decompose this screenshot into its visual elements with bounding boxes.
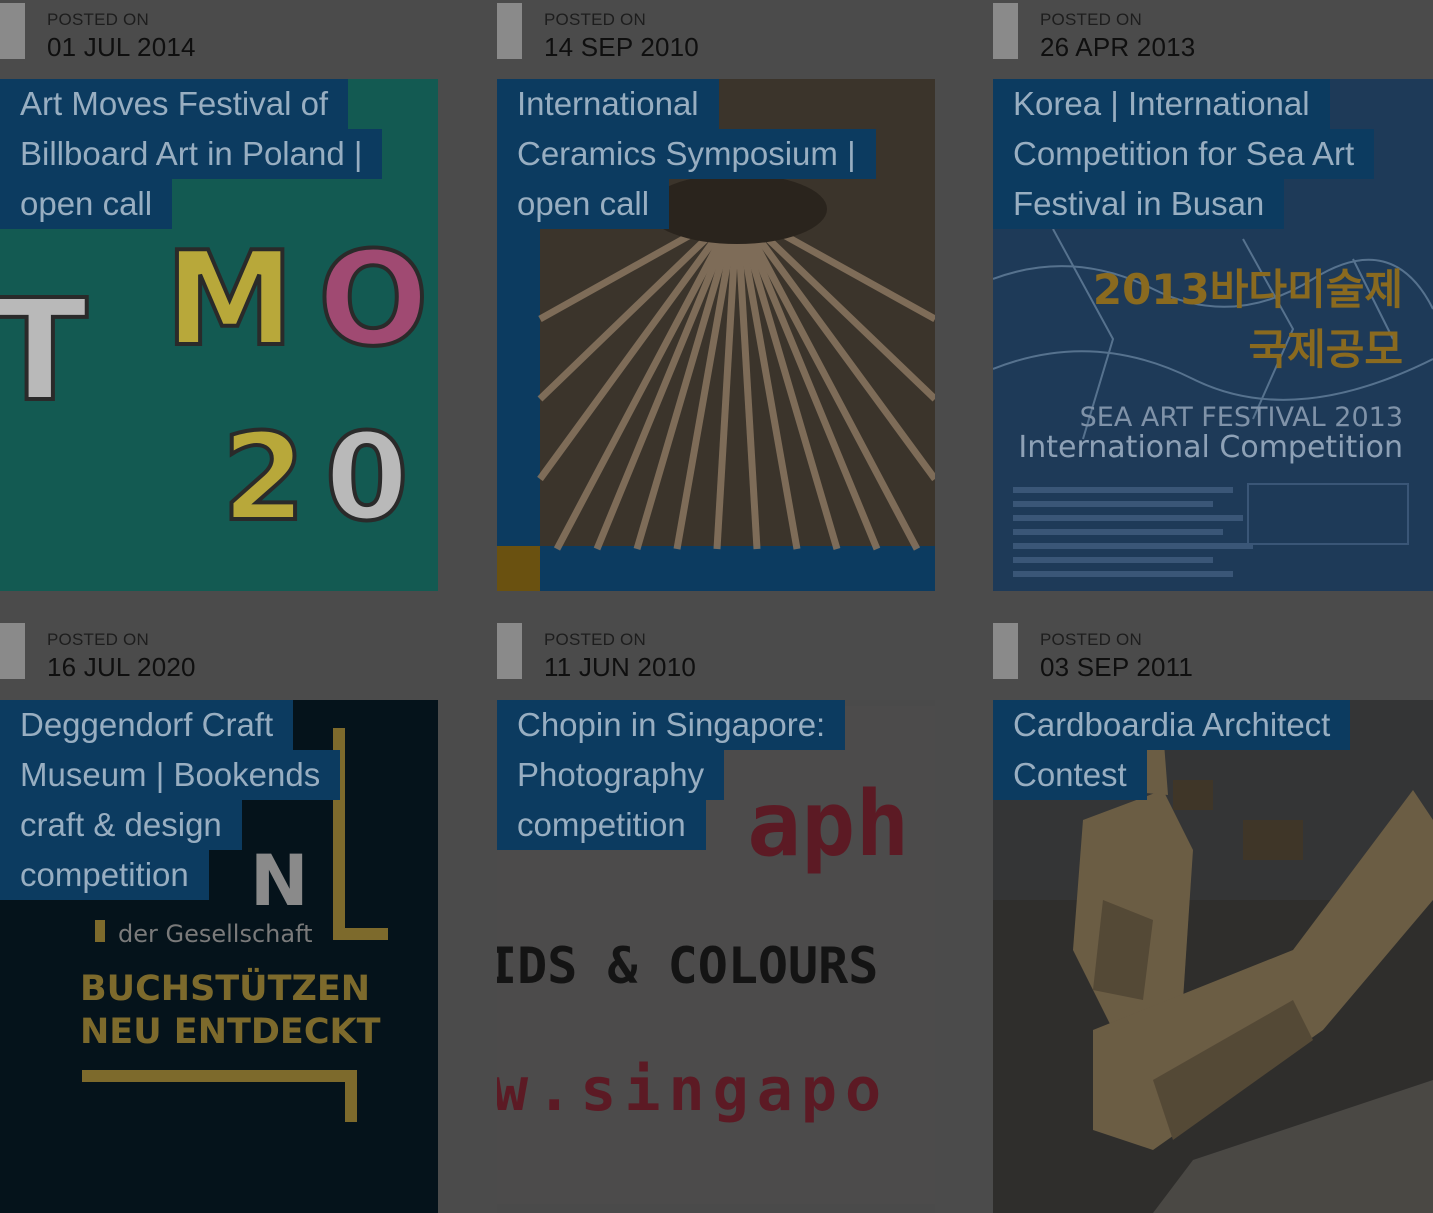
image-letter: 2 <box>222 409 306 548</box>
title-line[interactable]: International <box>497 79 719 129</box>
date-accent-bar <box>993 623 1018 679</box>
posts-grid: POSTED ON 01 JUL 2014 T M O 2 0 Art Move… <box>0 0 1433 1213</box>
post-title[interactable]: International Ceramics Symposium | open … <box>497 79 927 229</box>
image-letter: T <box>0 270 88 433</box>
posted-on-label: POSTED ON <box>1040 10 1142 29</box>
post-thumbnail[interactable]: International Ceramics Symposium | open … <box>497 79 935 591</box>
post-card[interactable]: POSTED ON 16 JUL 2020 N der Gesellschaft… <box>0 620 440 1213</box>
date-accent-bar <box>497 3 522 59</box>
post-title[interactable]: Art Moves Festival of Billboard Art in P… <box>0 79 430 229</box>
post-card[interactable]: POSTED ON 03 SEP 2011 Cardboardia Archit… <box>993 620 1433 1213</box>
post-thumbnail[interactable]: N der Gesellschaft BUCHSTÜTZEN NEU ENTDE… <box>0 700 438 1213</box>
post-date-block: POSTED ON 11 JUN 2010 <box>497 620 937 700</box>
post-date-block: POSTED ON 03 SEP 2011 <box>993 620 1433 700</box>
title-line[interactable]: Photography <box>497 750 725 800</box>
post-date-block: POSTED ON 14 SEP 2010 <box>497 0 937 80</box>
posted-on-label: POSTED ON <box>544 630 646 649</box>
title-line[interactable]: Ceramics Symposium | <box>497 129 876 179</box>
post-card[interactable]: POSTED ON 11 JUN 2010 aph IDS & COLOURS … <box>497 620 937 1213</box>
title-line[interactable]: Cardboardia Architect <box>993 700 1351 750</box>
title-line[interactable]: Korea | International <box>993 79 1330 129</box>
title-line[interactable]: Contest <box>993 750 1147 800</box>
image-text: 국제공모 <box>1248 325 1403 374</box>
image-text: IDS & COLOURS <box>497 937 878 995</box>
title-line[interactable]: Competition for Sea Art <box>993 129 1375 179</box>
post-card[interactable]: POSTED ON 01 JUL 2014 T M O 2 0 Art Move… <box>0 0 440 600</box>
image-text: BUCHSTÜTZEN <box>80 967 370 1009</box>
title-line[interactable]: Festival in Busan <box>993 179 1285 229</box>
post-date: 01 JUL 2014 <box>47 32 196 62</box>
image-text: der Gesellschaft <box>118 920 313 948</box>
post-title[interactable]: Cardboardia Architect Contest <box>993 700 1423 800</box>
title-line[interactable]: Art Moves Festival of <box>0 79 349 129</box>
post-thumbnail[interactable]: T M O 2 0 Art Moves Festival of Billboar… <box>0 79 438 591</box>
post-date: 14 SEP 2010 <box>544 32 699 62</box>
post-date: 16 JUL 2020 <box>47 652 196 682</box>
posted-on-label: POSTED ON <box>544 10 646 29</box>
posted-on-label: POSTED ON <box>1040 630 1142 649</box>
post-date: 11 JUN 2010 <box>544 652 697 682</box>
title-line[interactable]: open call <box>497 179 670 229</box>
image-letter: O <box>318 223 429 375</box>
posted-on-label: POSTED ON <box>47 630 149 649</box>
posted-on-label: POSTED ON <box>47 10 149 29</box>
post-thumbnail[interactable]: Cardboardia Architect Contest <box>993 700 1433 1213</box>
image-text: 2013바다미술제 <box>1093 265 1403 314</box>
date-accent-bar <box>0 623 25 679</box>
post-date-block: POSTED ON 01 JUL 2014 <box>0 0 440 80</box>
post-title[interactable]: Chopin in Singapore: Photography competi… <box>497 700 927 850</box>
title-line[interactable]: competition <box>497 800 706 850</box>
image-text: International Competition <box>1018 430 1403 465</box>
post-date-block: POSTED ON 16 JUL 2020 <box>0 620 440 700</box>
title-line[interactable]: open call <box>0 179 173 229</box>
post-thumbnail[interactable]: aph IDS & COLOURS w.singapo Chopin in Si… <box>497 700 935 1213</box>
post-date: 03 SEP 2011 <box>1040 652 1194 682</box>
post-thumbnail[interactable]: 2013바다미술제 국제공모 SEA ART FESTIVAL 2013 Int… <box>993 79 1433 591</box>
date-accent-bar <box>993 3 1018 59</box>
image-letter: 0 <box>325 409 409 548</box>
image-letter: M <box>165 223 294 375</box>
date-accent-bar <box>0 3 25 59</box>
post-card[interactable]: POSTED ON 26 APR 2013 2013바다미술제 국제공모 SEA… <box>993 0 1433 600</box>
title-line[interactable]: Billboard Art in Poland | <box>0 129 383 179</box>
image-text: NEU ENTDECKT <box>80 1012 381 1052</box>
date-accent-bar <box>497 623 522 679</box>
title-line[interactable]: craft & design <box>0 800 242 850</box>
post-card[interactable]: POSTED ON 14 SEP 2010 International Cera… <box>497 0 937 600</box>
post-title[interactable]: Korea | International Competition for Se… <box>993 79 1423 229</box>
title-line[interactable]: Museum | Bookends <box>0 750 341 800</box>
title-line[interactable]: Deggendorf Craft <box>0 700 294 750</box>
post-date: 26 APR 2013 <box>1040 32 1196 62</box>
title-line[interactable]: competition <box>0 850 209 900</box>
image-text: SEA ART FESTIVAL 2013 <box>1080 402 1403 433</box>
image-text: w.singapo <box>497 1055 889 1125</box>
post-date-block: POSTED ON 26 APR 2013 <box>993 0 1433 80</box>
post-title[interactable]: Deggendorf Craft Museum | Bookends craft… <box>0 700 430 900</box>
title-line[interactable]: Chopin in Singapore: <box>497 700 846 750</box>
